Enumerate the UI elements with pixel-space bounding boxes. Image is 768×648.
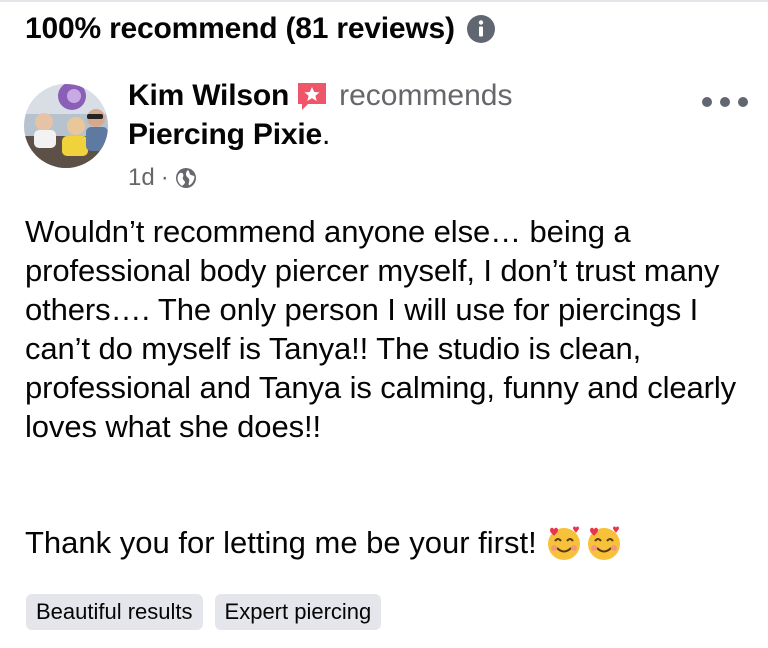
page-name[interactable]: Piercing Pixie bbox=[128, 118, 322, 151]
more-options-button[interactable] bbox=[702, 92, 748, 112]
meta-separator: · bbox=[160, 164, 169, 191]
summary-title: 100% recommend (81 reviews) bbox=[25, 12, 455, 45]
globe-icon bbox=[175, 167, 197, 189]
more-dot bbox=[702, 97, 712, 107]
more-dot bbox=[720, 97, 730, 107]
recommendation-summary: 100% recommend (81 reviews) bbox=[25, 12, 497, 46]
review-body: Wouldn’t recommend anyone else… being a … bbox=[25, 212, 755, 446]
author-name[interactable]: Kim Wilson bbox=[128, 79, 289, 113]
info-icon[interactable] bbox=[465, 13, 497, 45]
smiling-face-with-hearts-icon bbox=[545, 524, 583, 562]
top-divider bbox=[0, 0, 768, 2]
action-text: recommends bbox=[339, 79, 513, 112]
timestamp[interactable]: 1d bbox=[128, 164, 155, 192]
star-badge-icon bbox=[295, 80, 329, 112]
closing-text: Thank you for letting me be your first! bbox=[25, 525, 537, 560]
review-tags: Beautiful results Expert piercing bbox=[26, 594, 382, 630]
more-dot bbox=[738, 97, 748, 107]
tag-chip[interactable]: Expert piercing bbox=[214, 594, 382, 630]
page-suffix: . bbox=[321, 118, 331, 151]
review-header: Kim Wilson recommends Piercing Pixie. 1d… bbox=[128, 76, 512, 192]
tag-chip[interactable]: Beautiful results bbox=[26, 594, 203, 630]
avatar[interactable] bbox=[24, 84, 108, 168]
review-text: Wouldn’t recommend anyone else… being a … bbox=[25, 214, 737, 444]
review-closing: Thank you for letting me be your first! bbox=[25, 524, 623, 562]
smiling-face-with-hearts-icon bbox=[585, 524, 623, 562]
